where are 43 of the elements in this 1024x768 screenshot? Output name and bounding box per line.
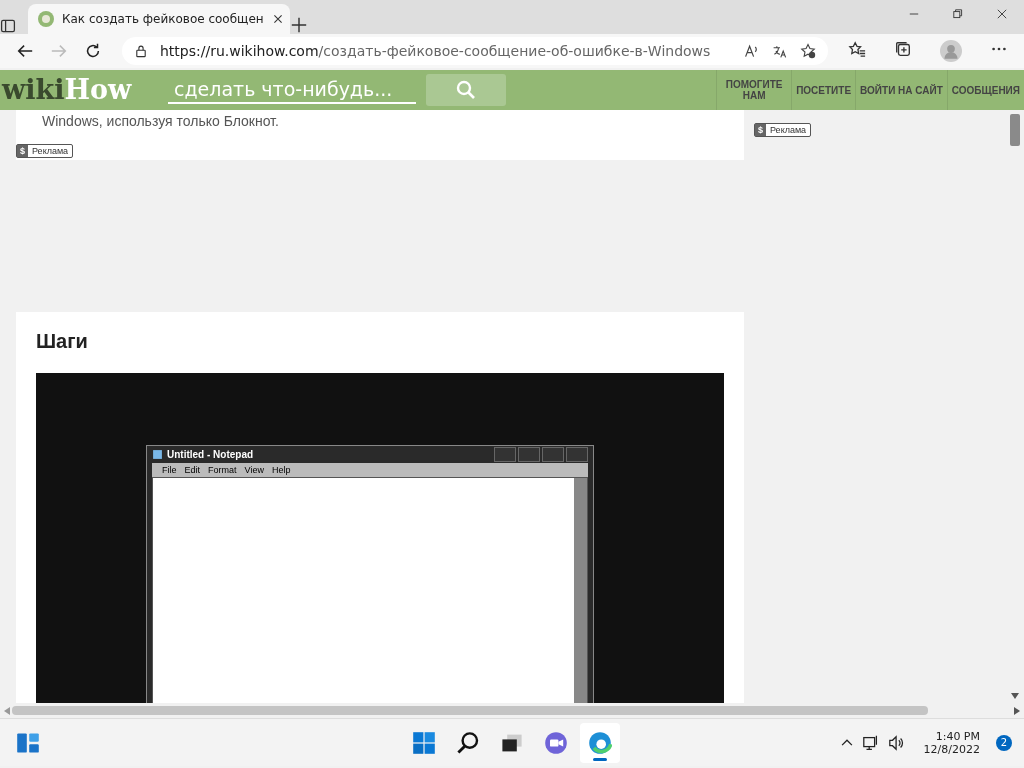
scroll-right-icon[interactable] bbox=[1014, 706, 1020, 715]
clock[interactable]: 1:40 PM 12/8/2022 bbox=[923, 729, 980, 756]
notepad-icon bbox=[152, 449, 163, 460]
windows-start-icon[interactable] bbox=[412, 730, 436, 755]
new-tab-icon[interactable] bbox=[290, 16, 308, 34]
ad-label: $ Реклама bbox=[16, 144, 74, 158]
lock-icon[interactable] bbox=[134, 44, 148, 58]
search-icon bbox=[456, 80, 476, 100]
scrollbar-thumb[interactable] bbox=[1010, 114, 1020, 146]
browser-tab[interactable]: Как создать фейковое сообщен bbox=[28, 4, 290, 34]
scrollbar-thumb[interactable] bbox=[12, 706, 928, 715]
close-icon[interactable] bbox=[271, 13, 284, 25]
site-favicon-icon bbox=[38, 11, 54, 27]
widgets-icon[interactable] bbox=[16, 730, 40, 755]
tab-actions-icon[interactable] bbox=[0, 18, 16, 34]
favorites-icon[interactable] bbox=[848, 40, 866, 58]
chat-icon[interactable] bbox=[544, 730, 568, 755]
url-text: https://ru.wikihow.com/создать-фейковое-сообщение-об-ошибке-в-Windows bbox=[160, 43, 712, 59]
tab-title: Как создать фейковое сообщен bbox=[62, 12, 264, 26]
refresh-icon[interactable] bbox=[84, 42, 102, 60]
read-aloud-icon[interactable] bbox=[744, 43, 760, 59]
profile-avatar-icon[interactable] bbox=[940, 40, 962, 62]
ad-label: $ Реклама bbox=[754, 123, 812, 137]
notification-badge[interactable]: 2 bbox=[996, 734, 1012, 751]
wikihow-logo[interactable]: wikiHow bbox=[2, 73, 162, 107]
search-icon[interactable] bbox=[456, 730, 480, 755]
volume-icon[interactable] bbox=[887, 733, 906, 752]
section-heading: Шаги bbox=[36, 330, 89, 354]
nav-link[interactable]: ПОСЕТИТЕ bbox=[791, 70, 856, 110]
close-icon[interactable] bbox=[996, 8, 1008, 20]
translate-icon[interactable] bbox=[772, 43, 788, 59]
address-bar[interactable]: https://ru.wikihow.com/создать-фейковое-сообщение-об-ошибке-в-Windows bbox=[122, 37, 828, 65]
back-icon[interactable] bbox=[16, 42, 34, 60]
nav-link[interactable]: ВОЙТИ НА САЙТ bbox=[855, 70, 947, 110]
collections-icon[interactable] bbox=[894, 40, 912, 58]
restore-icon[interactable] bbox=[952, 8, 964, 20]
notepad-title: Untitled - Notepad bbox=[167, 449, 254, 460]
edge-browser-icon[interactable] bbox=[588, 730, 612, 755]
add-favorite-icon[interactable] bbox=[800, 43, 816, 59]
network-icon[interactable] bbox=[861, 733, 880, 752]
scroll-down-icon[interactable] bbox=[1011, 693, 1019, 699]
search-field[interactable]: сделать что-нибудь... bbox=[168, 76, 416, 104]
intro-text: Windows, используя только Блокнот. bbox=[42, 113, 280, 129]
